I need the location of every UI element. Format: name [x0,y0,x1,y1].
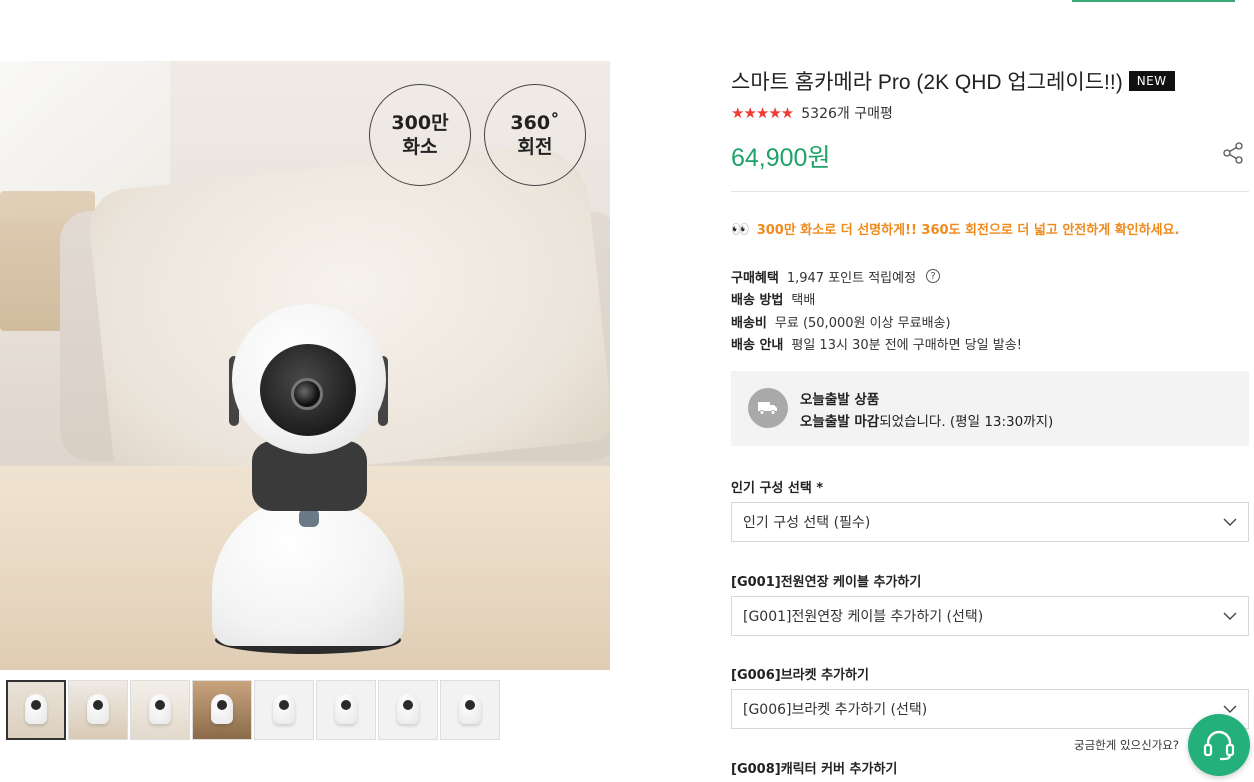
product-title: 스마트 홈카메라 Pro (2K QHD 업그레이드!!) [731,71,1123,94]
product-title-row: 스마트 홈카메라 Pro (2K QHD 업그레이드!!) NEW [731,66,1175,96]
info-row-shipping-method: 배송 방법 택배 [731,293,816,309]
option-label-cover: [G008]캐릭터 커버 추가하기 [731,762,898,777]
truck-icon [748,388,788,428]
info-row-shipping-guide: 배송 안내 평일 13시 30분 전에 구매하면 당일 발송! [731,338,1022,354]
option-label-cable: [G001]전원연장 케이블 추가하기 [731,575,922,590]
new-badge: NEW [1128,71,1175,91]
divider [731,191,1249,192]
share-icon[interactable] [1221,141,1245,165]
option-label-bracket: [G006]브라켓 추가하기 [731,668,869,683]
info-row-shipping-fee: 배송비 무료 (50,000원 이상 무료배송) [731,315,951,331]
top-tab-indicator [1072,0,1235,2]
promo-text: 300만 화소로 더 선명하게!! 360도 회전으로 더 넓고 안전하게 확인… [756,223,1180,238]
option-select-popular[interactable]: 인기 구성 선택 (필수) [731,502,1249,542]
product-price: 64,900원 [731,144,831,172]
purchase-info: 구매혜택 1,947 포인트 적립예정 ? 배송 방법 택배 배송비 무료 (5… [731,265,1022,355]
headset-icon [1203,730,1235,761]
thumbnail-8[interactable] [440,680,500,740]
same-day-shipping-box: 오늘출발 상품 오늘출발 마감되었습니다. (평일 13:30까지) [731,371,1249,446]
product-main-image: 300만 화소 360˚ 회전 [0,61,610,670]
option-label-popular: 인기 구성 선택 * [731,481,824,496]
shipping-title: 오늘출발 상품 [800,392,880,408]
thumbnail-3[interactable] [130,680,190,740]
thumbnail-5[interactable] [254,680,314,740]
option-select-bracket[interactable]: [G006]브라켓 추가하기 (선택) [731,689,1249,729]
rating-row[interactable]: ★★★★★ 5326개 구매평 [731,103,893,123]
thumbnail-7[interactable] [378,680,438,740]
thumbnail-4[interactable] [192,680,252,740]
thumbnail-strip [6,680,500,740]
help-question-icon[interactable]: ? [926,269,941,284]
thumbnail-2[interactable] [68,680,128,740]
shipping-subtitle: 오늘출발 마감되었습니다. (평일 13:30까지) [800,414,1054,430]
customer-support-button[interactable] [1188,714,1250,776]
eyes-icon: 👀 [731,219,750,238]
rotation-badge: 360˚ 회전 [484,84,586,186]
resolution-badge: 300만 화소 [369,84,471,186]
thumbnail-6[interactable] [316,680,376,740]
chevron-down-icon [1223,518,1237,526]
review-count[interactable]: 5326개 구매평 [801,103,893,123]
star-rating-icon: ★★★★★ [731,104,794,122]
thumbnail-1[interactable] [6,680,66,740]
option-select-cable[interactable]: [G001]전원연장 케이블 추가하기 (선택) [731,596,1249,636]
help-text[interactable]: 궁금한게 있으신가요? [1074,737,1179,753]
chevron-down-icon [1223,612,1237,620]
promo-banner: 👀 300만 화소로 더 선명하게!! 360도 회전으로 더 넓고 안전하게 … [731,219,1180,239]
info-row-benefit: 구매혜택 1,947 포인트 적립예정 ? [731,265,1022,288]
